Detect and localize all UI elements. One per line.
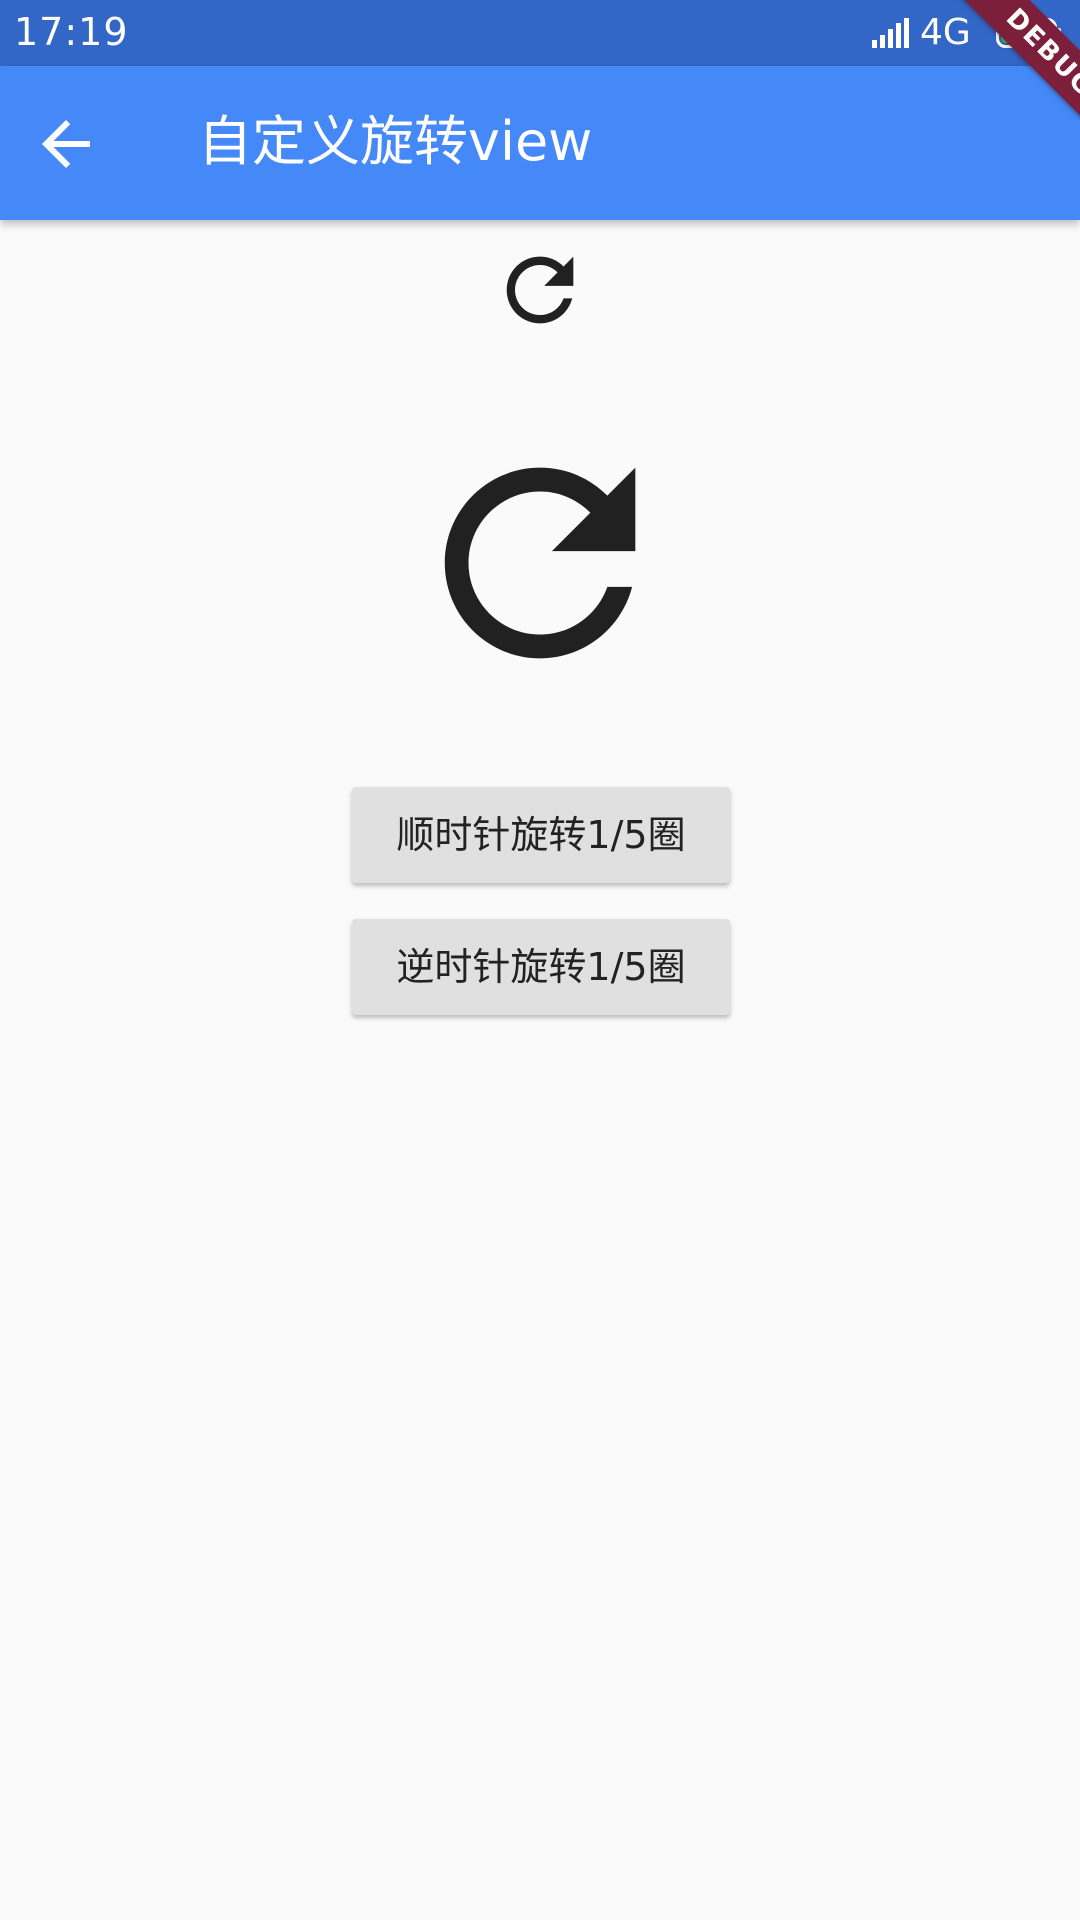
arrow-back-icon	[42, 120, 90, 168]
battery-level-text: 100	[1010, 21, 1052, 45]
signal-bars-icon	[872, 18, 909, 48]
network-type-label: 4G	[920, 12, 971, 53]
app-bar: 自定义旋转view	[0, 66, 1080, 220]
rotate-clockwise-button[interactable]: 顺时针旋转1/5圈	[352, 787, 730, 883]
rotate-counterclockwise-button[interactable]: 逆时针旋转1/5圈	[352, 919, 730, 1015]
back-button[interactable]	[30, 108, 122, 180]
status-bar: 17:19 4G 100	[0, 0, 1080, 66]
page-title: 自定义旋转view	[198, 110, 593, 173]
status-time: 17:19	[14, 10, 129, 54]
refresh-icon-large	[444, 467, 636, 659]
refresh-icon-small	[506, 256, 574, 324]
